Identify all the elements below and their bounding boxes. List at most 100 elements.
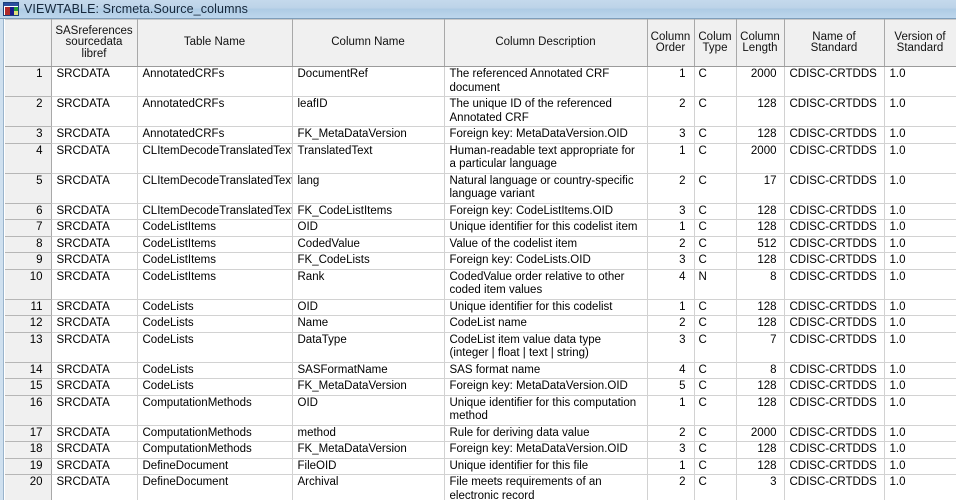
cell-column[interactable]: SASFormatName	[292, 362, 445, 379]
cell-desc[interactable]: File meets requirements of an electronic…	[444, 474, 648, 500]
cell-order[interactable]: 2	[647, 425, 695, 442]
cell-version[interactable]: 1.0	[884, 236, 956, 253]
cell-desc[interactable]: Value of the codelist item	[444, 236, 648, 253]
cell-length[interactable]: 128	[736, 458, 785, 475]
cell-libref[interactable]: SRCDATA	[51, 362, 138, 379]
cell-desc[interactable]: CodedValue order relative to other coded…	[444, 269, 648, 300]
cell-column[interactable]: TranslatedText	[292, 143, 445, 174]
cell-standard[interactable]: CDISC-CRTDDS	[784, 332, 885, 363]
cell-column[interactable]: lang	[292, 173, 445, 204]
cell-libref[interactable]: SRCDATA	[51, 203, 138, 220]
cell-length[interactable]: 128	[736, 441, 785, 459]
row-number[interactable]: 8	[5, 236, 52, 253]
cell-length[interactable]: 128	[736, 395, 785, 426]
cell-length[interactable]: 2000	[736, 66, 785, 97]
row-number[interactable]: 4	[5, 143, 52, 174]
cell-table[interactable]: CodeListItems	[137, 252, 293, 270]
cell-column[interactable]: FK_CodeLists	[292, 252, 445, 270]
cell-libref[interactable]: SRCDATA	[51, 299, 138, 316]
cell-type[interactable]: C	[694, 143, 737, 174]
cell-table[interactable]: CodeListItems	[137, 219, 293, 237]
cell-type[interactable]: C	[694, 203, 737, 220]
cell-table[interactable]: CodeLists	[137, 299, 293, 316]
cell-column[interactable]: leafID	[292, 96, 445, 127]
column-header-desc[interactable]: Column Description	[444, 19, 648, 67]
cell-length[interactable]: 128	[736, 219, 785, 237]
table-row[interactable]: 16 SRCDATA ComputationMethods OID Unique ide…	[5, 395, 956, 426]
cell-table[interactable]: CodeLists	[137, 378, 293, 396]
cell-column[interactable]: OID	[292, 219, 445, 237]
cell-desc[interactable]: The unique ID of the referenced Annotate…	[444, 96, 648, 127]
cell-standard[interactable]: CDISC-CRTDDS	[784, 269, 885, 300]
cell-column[interactable]: DataType	[292, 332, 445, 363]
cell-version[interactable]: 1.0	[884, 474, 956, 500]
cell-column[interactable]: FileOID	[292, 458, 445, 475]
cell-libref[interactable]: SRCDATA	[51, 143, 138, 174]
cell-desc[interactable]: CodeList item value data type (integer |…	[444, 332, 648, 363]
cell-standard[interactable]: CDISC-CRTDDS	[784, 378, 885, 396]
cell-table[interactable]: AnnotatedCRFs	[137, 96, 293, 127]
cell-table[interactable]: CodeLists	[137, 315, 293, 333]
row-number[interactable]: 7	[5, 219, 52, 237]
cell-desc[interactable]: Rule for deriving data value	[444, 425, 648, 442]
cell-column[interactable]: Name	[292, 315, 445, 333]
row-number[interactable]: 20	[5, 474, 52, 500]
cell-table[interactable]: AnnotatedCRFs	[137, 66, 293, 97]
cell-desc[interactable]: Unique identifier for this codelist item	[444, 219, 648, 237]
cell-order[interactable]: 2	[647, 236, 695, 253]
cell-length[interactable]: 3	[736, 474, 785, 500]
cell-column[interactable]: CodedValue	[292, 236, 445, 253]
cell-desc[interactable]: Foreign key: MetaDataVersion.OID	[444, 126, 648, 144]
cell-type[interactable]: C	[694, 395, 737, 426]
row-number[interactable]: 11	[5, 299, 52, 316]
cell-order[interactable]: 1	[647, 395, 695, 426]
cell-order[interactable]: 1	[647, 143, 695, 174]
cell-length[interactable]: 8	[736, 362, 785, 379]
cell-type[interactable]: C	[694, 332, 737, 363]
cell-type[interactable]: C	[694, 441, 737, 459]
cell-version[interactable]: 1.0	[884, 126, 956, 144]
column-header-rownum[interactable]	[5, 19, 52, 67]
cell-standard[interactable]: CDISC-CRTDDS	[784, 236, 885, 253]
row-number[interactable]: 16	[5, 395, 52, 426]
cell-column[interactable]: Rank	[292, 269, 445, 300]
cell-order[interactable]: 3	[647, 332, 695, 363]
cell-order[interactable]: 2	[647, 96, 695, 127]
cell-length[interactable]: 128	[736, 252, 785, 270]
cell-order[interactable]: 2	[647, 315, 695, 333]
cell-version[interactable]: 1.0	[884, 252, 956, 270]
cell-desc[interactable]: Foreign key: MetaDataVersion.OID	[444, 441, 648, 459]
cell-version[interactable]: 1.0	[884, 441, 956, 459]
cell-order[interactable]: 1	[647, 66, 695, 97]
cell-order[interactable]: 1	[647, 219, 695, 237]
row-number[interactable]: 15	[5, 378, 52, 396]
cell-standard[interactable]: CDISC-CRTDDS	[784, 203, 885, 220]
cell-type[interactable]: C	[694, 126, 737, 144]
cell-column[interactable]: FK_MetaDataVersion	[292, 441, 445, 459]
row-number[interactable]: 2	[5, 96, 52, 127]
cell-table[interactable]: ComputationMethods	[137, 395, 293, 426]
table-row[interactable]: 9 SRCDATA CodeListItems FK_CodeLists Foreign…	[5, 252, 956, 270]
cell-length[interactable]: 2000	[736, 425, 785, 442]
column-header-order[interactable]: Column Order	[647, 19, 695, 67]
cell-table[interactable]: CodeLists	[137, 332, 293, 363]
cell-column[interactable]: method	[292, 425, 445, 442]
cell-version[interactable]: 1.0	[884, 395, 956, 426]
cell-order[interactable]: 4	[647, 362, 695, 379]
cell-length[interactable]: 128	[736, 96, 785, 127]
cell-order[interactable]: 3	[647, 252, 695, 270]
cell-version[interactable]: 1.0	[884, 143, 956, 174]
cell-standard[interactable]: CDISC-CRTDDS	[784, 395, 885, 426]
cell-order[interactable]: 2	[647, 173, 695, 204]
cell-column[interactable]: FK_CodeListItems	[292, 203, 445, 220]
row-number[interactable]: 1	[5, 66, 52, 97]
row-number[interactable]: 6	[5, 203, 52, 220]
cell-version[interactable]: 1.0	[884, 299, 956, 316]
cell-version[interactable]: 1.0	[884, 173, 956, 204]
row-number[interactable]: 14	[5, 362, 52, 379]
cell-table[interactable]: CLItemDecodeTranslatedText	[137, 203, 293, 220]
table-row[interactable]: 7 SRCDATA CodeListItems OID Unique identifie…	[5, 219, 956, 237]
cell-libref[interactable]: SRCDATA	[51, 252, 138, 270]
cell-standard[interactable]: CDISC-CRTDDS	[784, 362, 885, 379]
cell-column[interactable]: FK_MetaDataVersion	[292, 378, 445, 396]
